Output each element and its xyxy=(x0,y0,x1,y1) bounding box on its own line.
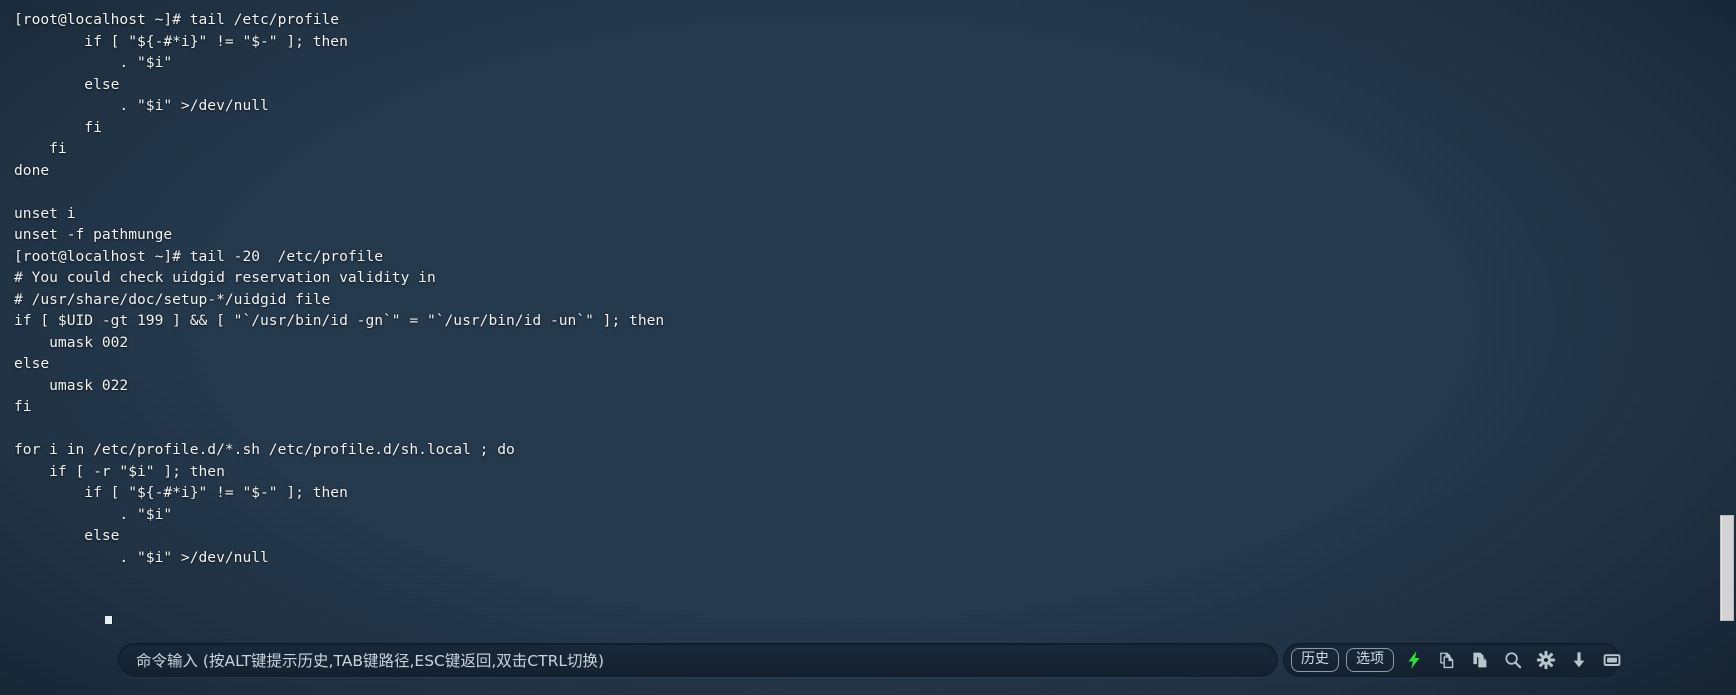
command-input-placeholder: 命令输入 (按ALT键提示历史,TAB键路径,ESC键返回,双击CTRL切换) xyxy=(136,652,605,670)
command-toolbar: 历史 选项 xyxy=(1283,643,1621,677)
terminal-line: . "$i" >/dev/null xyxy=(14,548,269,566)
history-button[interactable]: 历史 xyxy=(1291,648,1339,672)
terminal-line: if [ "${-#*i}" != "$-" ]; then xyxy=(14,32,348,50)
terminal-line: [root@localhost ~]# tail -20 /etc/profil… xyxy=(14,247,384,265)
gear-icon[interactable] xyxy=(1533,647,1559,673)
terminal-scrollbar-thumb[interactable] xyxy=(1720,515,1734,621)
terminal-line: umask 002 xyxy=(14,333,129,351)
terminal-line: unset -f pathmunge xyxy=(14,226,173,243)
terminal-line: else xyxy=(14,355,50,372)
terminal-line: # /usr/share/doc/setup-*/uidgid file xyxy=(14,290,331,308)
terminal-line: # You could check uidgid reservation val… xyxy=(14,269,436,286)
terminal-line: fi xyxy=(14,398,32,415)
terminal-cursor-marker xyxy=(105,616,112,624)
terminal-line: fi xyxy=(14,140,67,157)
search-icon[interactable] xyxy=(1500,647,1526,673)
command-bar: 命令输入 (按ALT键提示历史,TAB键路径,ESC键返回,双击CTRL切换) … xyxy=(0,625,1736,695)
terminal-line: for i in /etc/profile.d/*.sh /etc/profil… xyxy=(14,441,515,458)
terminal-line: done xyxy=(14,161,50,179)
window-icon[interactable] xyxy=(1599,647,1625,673)
terminal-line: [root@localhost ~]# tail /etc/profile xyxy=(14,11,340,28)
terminal-line: fi xyxy=(14,118,102,136)
terminal-line: . "$i" xyxy=(14,505,173,523)
options-button[interactable]: 选项 xyxy=(1346,648,1394,672)
terminal-scrollbar-track[interactable] xyxy=(1718,0,1736,640)
terminal-line: else xyxy=(14,75,120,93)
terminal-line: if [ $UID -gt 199 ] && [ "`/usr/bin/id -… xyxy=(14,312,665,329)
paste-icon[interactable] xyxy=(1467,647,1493,673)
copy-icon[interactable] xyxy=(1434,647,1460,673)
terminal-line: unset i xyxy=(14,204,76,222)
terminal-line: . "$i" xyxy=(14,54,173,71)
terminal-output[interactable]: [root@localhost ~]# tail /etc/profile if… xyxy=(0,0,1736,695)
terminal-line: if [ -r "$i" ]; then xyxy=(14,462,225,480)
terminal-line: else xyxy=(14,527,120,544)
lightning-icon[interactable] xyxy=(1401,647,1427,673)
terminal-line: umask 022 xyxy=(14,376,129,394)
terminal-window: [root@localhost ~]# tail /etc/profile if… xyxy=(0,0,1736,695)
download-icon[interactable] xyxy=(1566,647,1592,673)
terminal-line: . "$i" >/dev/null xyxy=(14,97,269,114)
command-input[interactable]: 命令输入 (按ALT键提示历史,TAB键路径,ESC键返回,双击CTRL切换) xyxy=(118,643,1278,677)
terminal-line: if [ "${-#*i}" != "$-" ]; then xyxy=(14,484,348,501)
